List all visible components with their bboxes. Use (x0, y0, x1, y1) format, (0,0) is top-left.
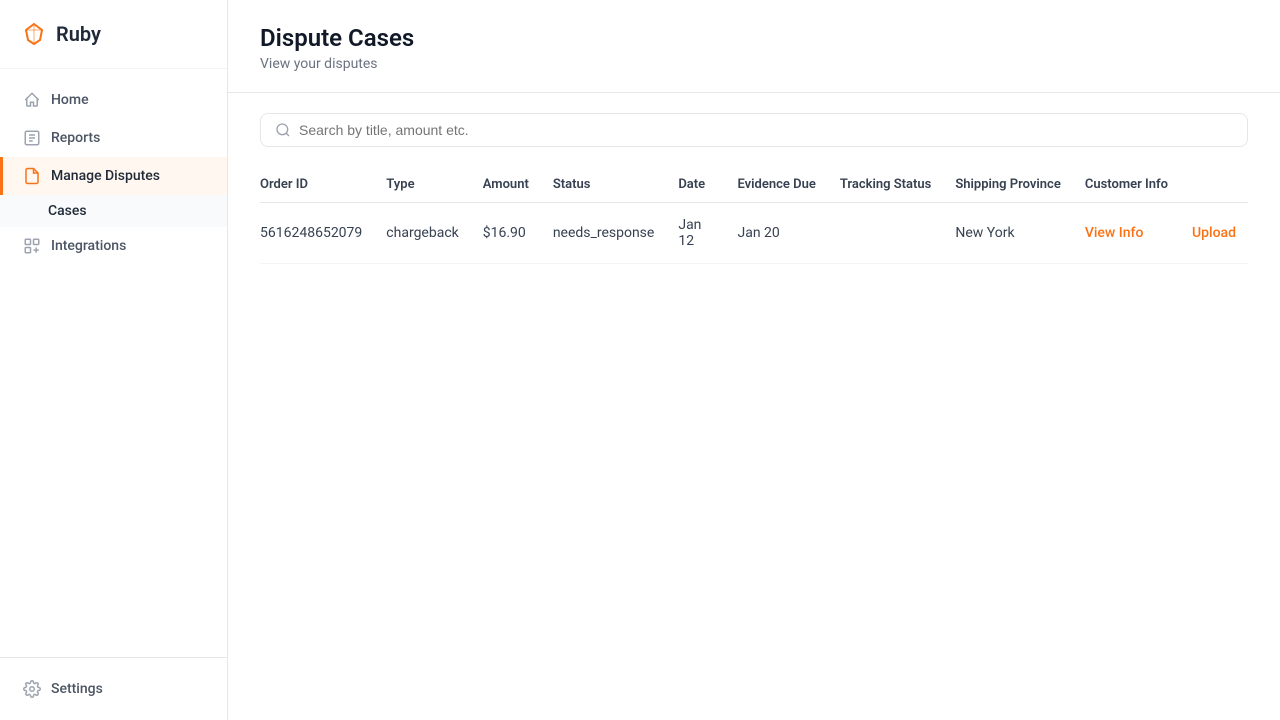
disputes-table: Order ID Type Amount Status Date Evidenc… (260, 167, 1248, 264)
sidebar-item-manage-disputes-label: Manage Disputes (51, 168, 160, 184)
col-date: Date (666, 167, 725, 203)
cell-action[interactable]: Upload (1180, 203, 1248, 264)
sidebar-item-integrations[interactable]: Integrations (0, 227, 227, 265)
sidebar: Ruby Home Reports Manage Disputes (0, 0, 228, 720)
cell-status: needs_response (541, 203, 667, 264)
table-row: 5616248652079 chargeback $16.90 needs_re… (260, 203, 1248, 264)
col-actions (1180, 167, 1248, 203)
col-status: Status (541, 167, 667, 203)
sidebar-item-reports[interactable]: Reports (0, 119, 227, 157)
col-shipping-province: Shipping Province (943, 167, 1072, 203)
sidebar-item-settings-label: Settings (51, 681, 103, 697)
app-name: Ruby (56, 22, 101, 46)
cell-tracking-status (828, 203, 944, 264)
col-type: Type (374, 167, 470, 203)
col-tracking-status: Tracking Status (828, 167, 944, 203)
disputes-icon (23, 167, 41, 185)
sidebar-item-reports-label: Reports (51, 130, 100, 146)
ruby-logo-icon (20, 20, 48, 48)
cell-date: Jan 12 (666, 203, 725, 264)
logo-area[interactable]: Ruby (0, 0, 227, 69)
sidebar-item-manage-disputes[interactable]: Manage Disputes (0, 157, 227, 195)
search-input[interactable] (299, 122, 1233, 138)
cell-evidence-due: Jan 20 (725, 203, 827, 264)
page-header: Dispute Cases View your disputes (228, 0, 1280, 93)
reports-icon (23, 129, 41, 147)
col-order-id: Order ID (260, 167, 374, 203)
search-icon (275, 122, 291, 138)
page-subtitle: View your disputes (260, 56, 1248, 72)
sidebar-item-cases-label: Cases (48, 203, 87, 219)
view-info-link[interactable]: View Info (1085, 225, 1144, 241)
upload-link[interactable]: Upload (1192, 225, 1236, 241)
sidebar-item-integrations-label: Integrations (51, 238, 126, 254)
sidebar-item-cases[interactable]: Cases (0, 195, 227, 227)
settings-icon (23, 680, 41, 698)
search-bar[interactable] (260, 113, 1248, 147)
col-customer-info: Customer Info (1073, 167, 1180, 203)
sidebar-nav: Home Reports Manage Disputes Cases (0, 69, 227, 657)
col-evidence-due: Evidence Due (725, 167, 827, 203)
cell-customer-info[interactable]: View Info (1073, 203, 1180, 264)
col-amount: Amount (471, 167, 541, 203)
home-icon (23, 91, 41, 109)
cell-amount: $16.90 (471, 203, 541, 264)
cell-type: chargeback (374, 203, 470, 264)
cell-order-id: 5616248652079 (260, 203, 374, 264)
sidebar-item-home-label: Home (51, 92, 89, 108)
integrations-icon (23, 237, 41, 255)
sidebar-item-settings[interactable]: Settings (0, 670, 227, 708)
sidebar-bottom: Settings (0, 657, 227, 720)
sidebar-item-home[interactable]: Home (0, 81, 227, 119)
content-area: Order ID Type Amount Status Date Evidenc… (228, 93, 1280, 720)
page-title: Dispute Cases (260, 24, 1248, 52)
main-content: Dispute Cases View your disputes Order I… (228, 0, 1280, 720)
table-header-row: Order ID Type Amount Status Date Evidenc… (260, 167, 1248, 203)
cell-shipping-province: New York (943, 203, 1072, 264)
